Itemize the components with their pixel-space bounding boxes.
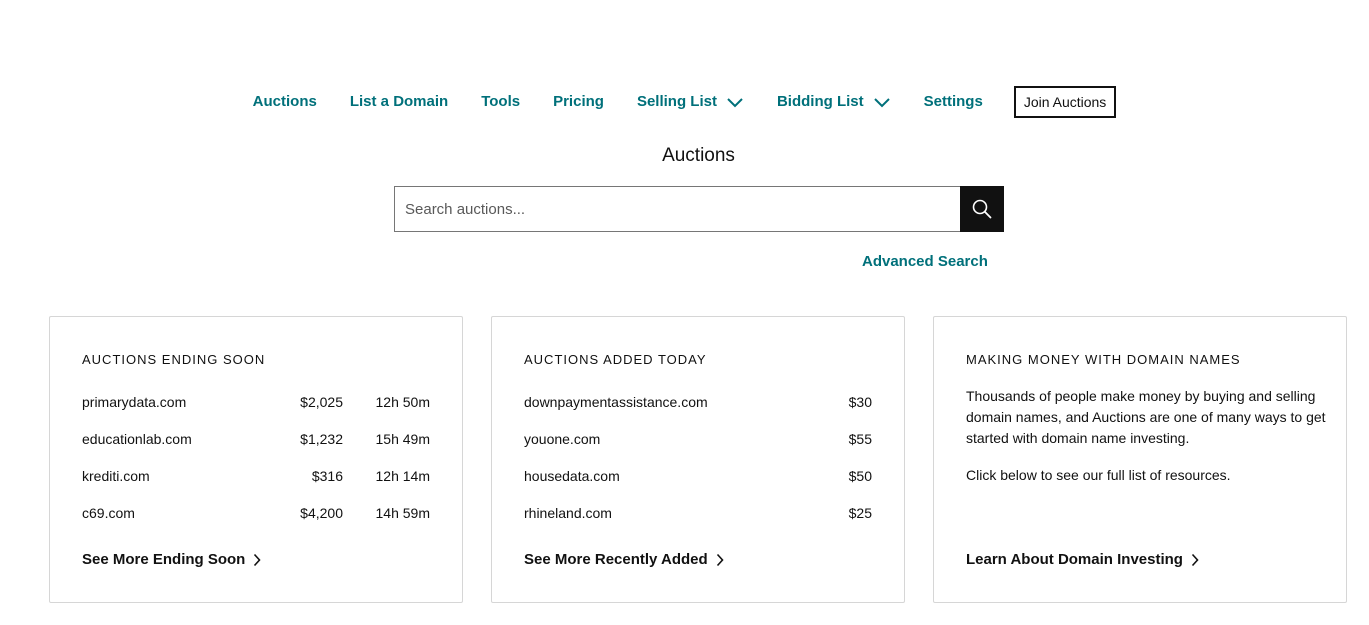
nav-bidding-list-label: Bidding List <box>776 93 864 110</box>
nav-selling-list[interactable]: Selling List <box>637 93 744 110</box>
domain-link[interactable]: krediti.com <box>82 468 263 484</box>
nav-list-a-domain-label: List a Domain <box>349 93 449 110</box>
domain-link[interactable]: primarydata.com <box>82 394 263 410</box>
chevron-down-icon <box>873 97 890 107</box>
search-icon <box>972 199 992 219</box>
card-heading: AUCTIONS ENDING SOON <box>82 352 266 367</box>
auctions-added-today-card: AUCTIONS ADDED TODAY downpaymentassistan… <box>491 316 905 603</box>
list-item: youone.com $55 <box>524 431 872 468</box>
card-heading: AUCTIONS ADDED TODAY <box>524 352 707 367</box>
time-left: 14h 59m <box>375 505 430 521</box>
search-button[interactable] <box>960 186 1004 232</box>
domain-link[interactable]: downpaymentassistance.com <box>524 394 792 410</box>
list-item: krediti.com $316 12h 14m <box>82 468 430 505</box>
list-item: c69.com $4,200 14h 59m <box>82 505 430 542</box>
domain-link[interactable]: housedata.com <box>524 468 792 484</box>
chevron-right-icon <box>716 553 724 566</box>
time-left: 12h 14m <box>375 468 430 484</box>
nav-tools-label: Tools <box>481 93 521 110</box>
list-item: rhineland.com $25 <box>524 505 872 542</box>
nav-selling-list-label: Selling List <box>636 93 717 110</box>
price: $2,025 <box>300 394 343 410</box>
advanced-search-link[interactable]: Advanced Search <box>862 253 988 270</box>
nav-auctions[interactable]: Auctions <box>253 93 317 110</box>
domain-link[interactable]: rhineland.com <box>524 505 792 521</box>
card-description-resources: Click below to see our full list of reso… <box>966 467 1231 483</box>
time-left: 12h 50m <box>375 394 430 410</box>
card-heading: MAKING MONEY WITH DOMAIN NAMES <box>966 352 1241 367</box>
making-money-card: MAKING MONEY WITH DOMAIN NAMES Thousands… <box>933 316 1347 603</box>
price: $4,200 <box>300 505 343 521</box>
see-more-recently-added-link[interactable]: See More Recently Added <box>524 551 724 568</box>
nav-pricing[interactable]: Pricing <box>553 93 604 110</box>
added-today-list: downpaymentassistance.com $30 youone.com… <box>524 394 872 542</box>
search-input[interactable] <box>394 186 960 232</box>
price: $1,232 <box>300 431 343 447</box>
nav-auctions-label: Auctions <box>252 93 317 110</box>
domain-link[interactable]: c69.com <box>82 505 263 521</box>
nav-settings-label: Settings <box>923 93 983 110</box>
chevron-down-icon <box>727 97 743 107</box>
list-item: housedata.com $50 <box>524 468 872 505</box>
auctions-ending-soon-card: AUCTIONS ENDING SOON primarydata.com $2,… <box>49 316 463 603</box>
nav-list-a-domain[interactable]: List a Domain <box>350 93 448 110</box>
ending-soon-list: primarydata.com $2,025 12h 50m education… <box>82 394 430 542</box>
link-label: See More Recently Added <box>524 551 708 568</box>
page-title: Auctions <box>662 145 735 166</box>
price: $316 <box>311 468 343 484</box>
join-auctions-button[interactable]: Join Auctions <box>1013 85 1117 118</box>
nav-tools[interactable]: Tools <box>481 93 520 110</box>
list-item: downpaymentassistance.com $30 <box>524 394 872 431</box>
chevron-right-icon <box>254 553 261 566</box>
list-item: educationlab.com $1,232 15h 49m <box>82 431 430 468</box>
learn-about-domain-investing-link[interactable]: Learn About Domain Investing <box>966 551 1199 568</box>
chevron-right-icon <box>1191 553 1199 566</box>
time-left: 15h 49m <box>375 431 430 447</box>
link-label: Learn About Domain Investing <box>966 551 1183 568</box>
price: $30 <box>848 394 872 410</box>
price: $50 <box>848 468 872 484</box>
card-description: Thousands of people make money by buying… <box>966 388 1326 446</box>
main-nav: Auctions List a Domain Tools Pricing Sel… <box>0 85 1369 118</box>
price: $25 <box>848 505 872 521</box>
domain-link[interactable]: youone.com <box>524 431 792 447</box>
search-bar <box>394 186 1004 232</box>
see-more-ending-soon-link[interactable]: See More Ending Soon <box>82 551 261 568</box>
nav-bidding-list[interactable]: Bidding List <box>777 93 891 110</box>
link-label: See More Ending Soon <box>82 551 246 568</box>
nav-settings[interactable]: Settings <box>924 93 983 110</box>
nav-pricing-label: Pricing <box>553 93 604 110</box>
list-item: primarydata.com $2,025 12h 50m <box>82 394 430 431</box>
price: $55 <box>848 431 872 447</box>
domain-link[interactable]: educationlab.com <box>82 431 263 447</box>
